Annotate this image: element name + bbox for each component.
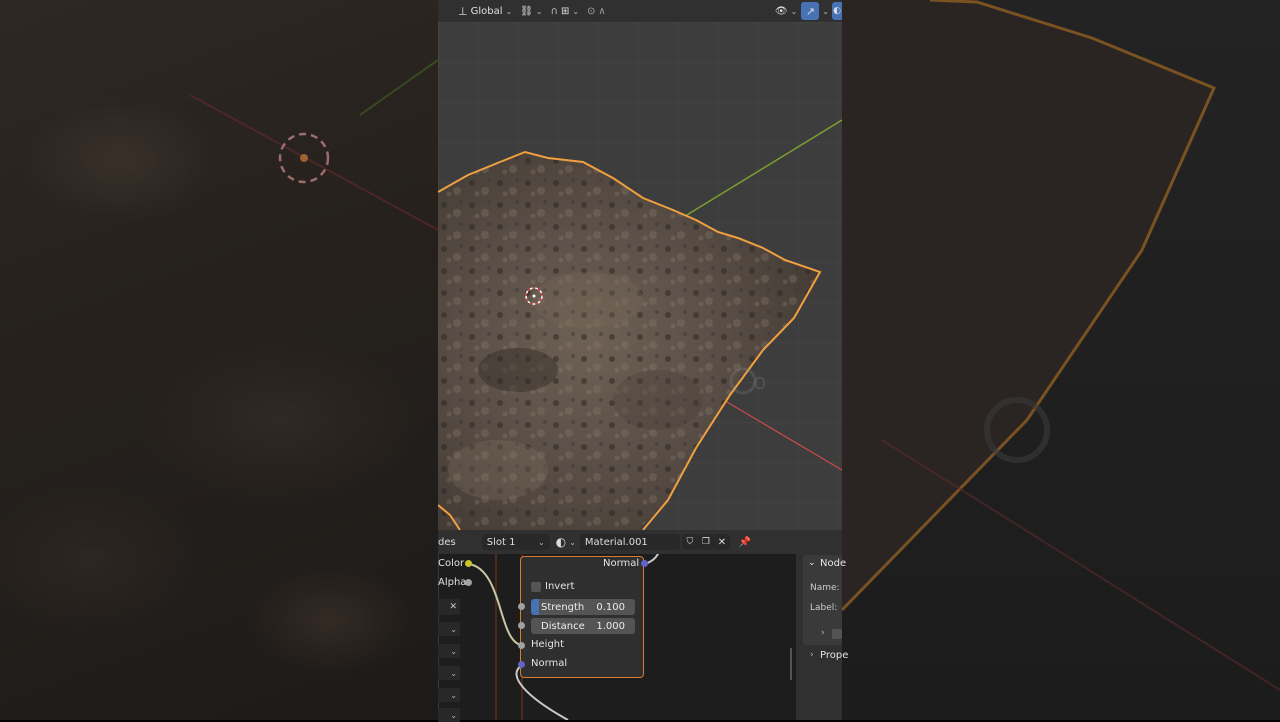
distance-label: Distance — [541, 620, 585, 632]
alpha-output-socket[interactable] — [465, 579, 472, 586]
strength-input-socket[interactable] — [518, 603, 525, 610]
transform-orientation-dropdown[interactable]: ⊥ Global ⌄ — [454, 2, 516, 20]
chevron-down-icon: ⌄ — [450, 668, 457, 678]
material-browse-button[interactable]: ◐ ⌄ — [552, 533, 580, 551]
fake-user-button[interactable]: ⛉ — [681, 534, 698, 550]
link-icon: ⛓ — [520, 5, 533, 17]
node-editor-header: des Slot 1 ⌄ ◐ ⌄ Material.001 ⛉ ❐ ✕ 📌 — [438, 530, 842, 554]
color-output-label: Color — [438, 558, 465, 569]
distance-value: 1.000 — [596, 620, 625, 632]
name-field-label: Name: — [810, 583, 840, 593]
snap-target-icon: ⊞ — [560, 5, 570, 17]
properties-panel-chevron-icon[interactable]: › — [810, 650, 814, 660]
properties-section-title[interactable]: Prope — [820, 650, 848, 661]
alpha-output-label: Alpha — [438, 577, 467, 588]
color-to-height-link — [468, 563, 522, 646]
invert-label: Invert — [545, 581, 575, 592]
viewport-header: ⊥ Global ⌄ ⛓ ⌄ ∩ ⊞ ⌄ ⊙ ∧ 👁 ⌄ ↗ ⌄ ◐ — [438, 0, 842, 22]
distance-field[interactable]: Distance 1.000 — [531, 618, 635, 634]
background-left-overlay — [189, 59, 438, 231]
watermark-text: o — [753, 370, 766, 395]
blurred-background-right — [842, 0, 1280, 720]
pivot-point-dropdown[interactable]: ⛓ ⌄ — [516, 2, 546, 20]
chevron-down-icon: ⌄ — [450, 624, 457, 634]
extension-dropdown[interactable]: ⌄ — [438, 666, 460, 680]
node-panel-chevron-icon[interactable]: ⌄ — [808, 558, 816, 568]
3d-viewport[interactable]: o ⊥ Global ⌄ ⛓ ⌄ ∩ ⊞ ⌄ ⊙ ∧ 👁 ⌄ ↗ ⌄ ◐ — [438, 0, 842, 530]
duplicate-material-button[interactable]: ❐ — [697, 534, 714, 550]
material-name-field[interactable]: Material.001 — [579, 534, 680, 550]
falloff-curve-icon: ∧ — [598, 5, 606, 17]
projection-dropdown[interactable]: ⌄ — [438, 644, 460, 658]
orientation-axes-icon: ⊥ — [458, 4, 468, 18]
shield-icon: ⛉ — [686, 537, 694, 547]
image-unlink-button[interactable]: ✕ — [438, 599, 460, 615]
chevron-down-icon: ⌄ — [572, 6, 580, 16]
color-output-socket[interactable] — [465, 560, 472, 567]
proportional-editing-dropdown[interactable]: ⊙ ∧ — [583, 2, 610, 20]
editor-type-label: des — [438, 536, 456, 548]
normal-input-socket[interactable] — [518, 661, 525, 668]
snapping-dropdown[interactable]: ∩ ⊞ ⌄ — [547, 2, 583, 20]
visibility-dropdown[interactable]: 👁 ⌄ — [771, 2, 801, 20]
material-sphere-icon: ◐ — [555, 535, 567, 549]
pin-icon: 📌 — [738, 536, 752, 548]
chevron-down-icon: ⌄ — [790, 6, 798, 16]
slot-dropdown[interactable]: Slot 1 ⌄ — [481, 534, 550, 550]
close-icon: ✕ — [717, 536, 727, 548]
material-name: Material.001 — [584, 536, 648, 548]
normal-output-socket[interactable] — [641, 560, 648, 567]
interpolation-dropdown[interactable]: ⌄ — [438, 622, 460, 636]
node-section-title[interactable]: Node — [820, 558, 846, 569]
unlink-material-button[interactable]: ✕ — [713, 534, 730, 550]
gizmo-icon: ↗ — [805, 4, 815, 18]
strength-value: 0.100 — [596, 601, 625, 613]
gizmo-toggle-button[interactable]: ↗ — [801, 2, 820, 20]
overlay-icon: ◐ — [833, 6, 841, 16]
slot-label: Slot 1 — [486, 536, 516, 548]
copy-icon: ❐ — [701, 537, 710, 547]
color-subpanel-chevron-icon[interactable]: › — [821, 628, 825, 638]
proportional-editing-icon: ⊙ — [587, 5, 596, 17]
chevron-down-icon: ⌄ — [569, 537, 576, 547]
transform-orientation-label: Global — [470, 5, 503, 17]
source-dropdown[interactable]: ⌄ — [438, 688, 460, 702]
chevron-down-icon: ⌄ — [535, 6, 543, 16]
chevron-down-icon: ⌄ — [538, 537, 545, 547]
normal-input-label: Normal — [531, 658, 568, 669]
chevron-down-icon: ⌄ — [450, 646, 457, 656]
normal-output-label: Normal — [603, 558, 640, 569]
overlay-toggle-button[interactable]: ◐ — [832, 2, 842, 20]
magnet-icon: ∩ — [550, 5, 558, 17]
strength-label: Strength — [541, 601, 585, 613]
chevron-down-icon: ⌄ — [505, 6, 513, 16]
chevron-down-icon: ⌄ — [450, 710, 457, 720]
label-field-label: Label: — [810, 603, 838, 613]
pin-button[interactable]: 📌 — [736, 533, 754, 551]
background-right-overlay — [842, 0, 1280, 691]
distance-input-socket[interactable] — [518, 622, 525, 629]
close-icon: ✕ — [449, 602, 457, 612]
color-subpanel-checkbox[interactable] — [832, 629, 842, 639]
viewport-scene: o — [438, 22, 842, 530]
invert-checkbox[interactable] — [531, 582, 541, 592]
height-input-socket[interactable] — [518, 642, 525, 649]
chevron-down-icon: ⌄ — [450, 690, 457, 700]
height-label: Height — [531, 639, 565, 650]
strength-field[interactable]: Strength 0.100 — [531, 599, 635, 615]
eye-icon: 👁 — [774, 5, 788, 17]
chevron-down-icon[interactable]: ⌄ — [819, 7, 832, 16]
blurred-background-left — [0, 0, 438, 720]
